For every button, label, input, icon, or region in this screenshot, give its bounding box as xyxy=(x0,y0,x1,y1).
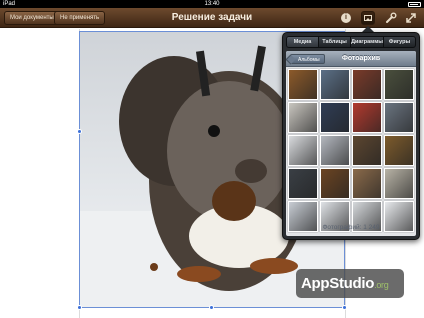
watermark-brand: AppStudio xyxy=(301,275,375,292)
photo-thumbnail[interactable] xyxy=(288,135,318,166)
album-title: Фотоархив xyxy=(341,55,381,62)
resize-handle[interactable] xyxy=(342,305,347,310)
tools-icon[interactable] xyxy=(385,12,397,24)
appstudio-watermark: AppStudio.org xyxy=(296,269,404,298)
info-icon[interactable]: i xyxy=(340,12,352,24)
photo-thumbnail[interactable] xyxy=(384,135,414,166)
insert-popover: Медиа Таблицы Диаграммы Фигуры Альбомы Ф… xyxy=(282,32,420,240)
photo-thumbnail[interactable] xyxy=(288,168,318,199)
tab-shapes[interactable]: Фигуры xyxy=(384,37,415,47)
photo-thumbnail[interactable] xyxy=(384,102,414,133)
photo-count: Фотографий: 1 249 xyxy=(322,224,380,231)
insert-tabs: Медиа Таблицы Диаграммы Фигуры xyxy=(286,36,416,48)
photo-thumbnail[interactable] xyxy=(320,135,350,166)
photo-thumbnail[interactable] xyxy=(352,102,382,133)
photo-grid xyxy=(288,69,414,232)
photo-thumbnail[interactable] xyxy=(320,69,350,100)
photo-thumbnail[interactable] xyxy=(320,168,350,199)
tab-media[interactable]: Медиа xyxy=(287,37,320,47)
photo-thumbnail[interactable] xyxy=(352,135,382,166)
photo-browser: Альбомы Фотоархив Фотографий: 1 249 xyxy=(286,51,416,236)
photo-thumbnail[interactable] xyxy=(320,102,350,133)
watermark-tld: .org xyxy=(374,280,389,290)
toolbar: Мои документы Не применять Решение задач… xyxy=(0,8,424,28)
battery-icon xyxy=(408,1,421,7)
fullscreen-icon[interactable] xyxy=(405,12,417,24)
photo-thumbnail[interactable] xyxy=(384,168,414,199)
photo-browser-navbar: Альбомы Фотоархив xyxy=(286,51,416,67)
photo-thumbnail[interactable] xyxy=(352,168,382,199)
resize-handle[interactable] xyxy=(77,305,82,310)
clock: 13:40 xyxy=(204,1,220,7)
photo-thumbnail[interactable] xyxy=(288,69,318,100)
tab-tables[interactable]: Таблицы xyxy=(319,37,352,47)
photo-thumbnail[interactable] xyxy=(384,69,414,100)
resize-handle[interactable] xyxy=(77,129,82,134)
status-bar: iPad 13:40 xyxy=(0,0,424,8)
tab-charts[interactable]: Диаграммы xyxy=(351,37,384,47)
photo-thumbnail[interactable] xyxy=(288,102,318,133)
photo-thumbnail[interactable] xyxy=(352,69,382,100)
resize-handle[interactable] xyxy=(209,305,214,310)
media-icon[interactable] xyxy=(361,11,375,25)
